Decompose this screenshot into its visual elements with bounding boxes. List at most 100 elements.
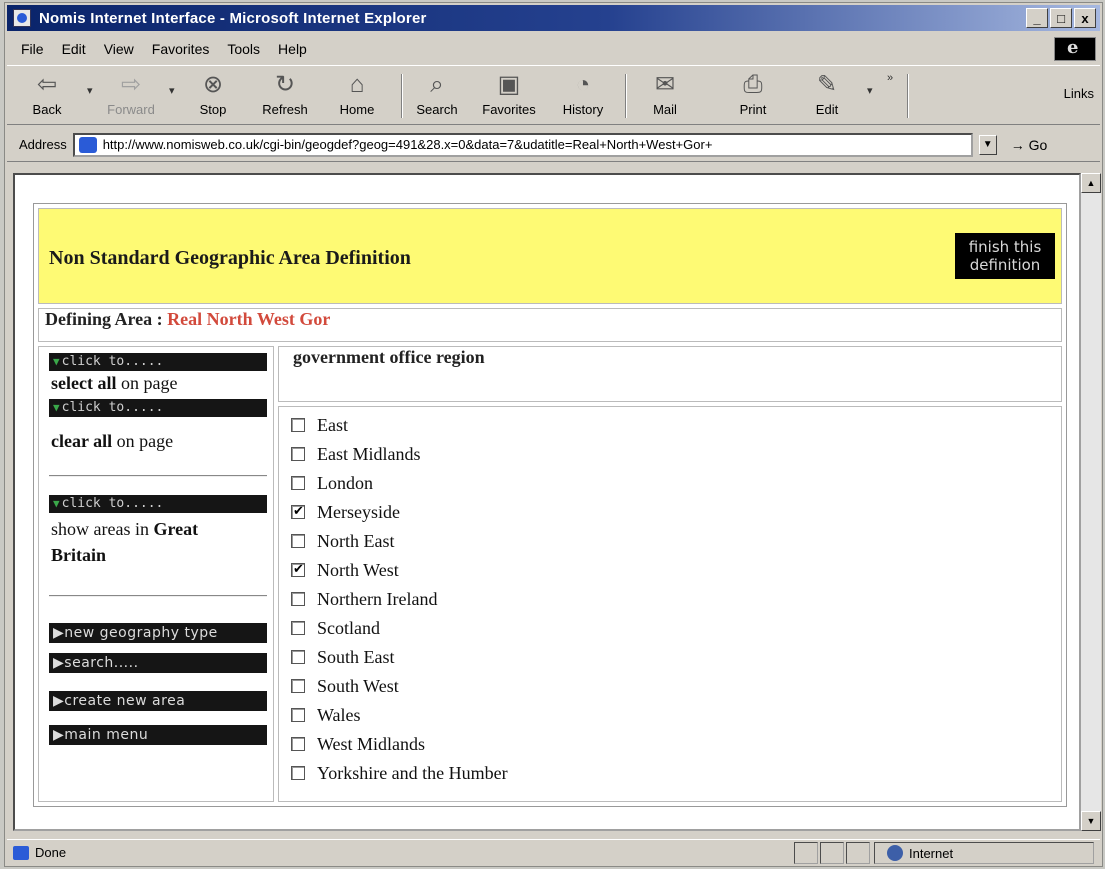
toolbar-overflow-icon[interactable]: » <box>887 72 893 84</box>
menu-favorites[interactable]: Favorites <box>152 41 210 57</box>
region-row[interactable]: South West <box>291 672 399 700</box>
region-checkbox[interactable] <box>291 447 305 461</box>
scroll-up-icon[interactable]: ▲ <box>1081 173 1101 193</box>
region-row[interactable]: Merseyside <box>291 498 400 526</box>
show-areas-bold-1: Great <box>153 519 199 539</box>
main-menu-button[interactable]: ▶main menu <box>49 725 267 745</box>
forward-dropdown-icon[interactable]: ▾ <box>169 84 175 97</box>
links-button[interactable]: Links <box>1064 86 1094 101</box>
region-row[interactable]: Yorkshire and the Humber <box>291 759 508 787</box>
status-panel <box>846 842 870 864</box>
back-label: Back <box>32 102 62 117</box>
region-row[interactable]: East Midlands <box>291 440 421 468</box>
create-new-area-button[interactable]: ▶create new area <box>49 691 267 711</box>
region-row[interactable]: West Midlands <box>291 730 425 758</box>
search-link-button[interactable]: ▶search..... <box>49 653 267 673</box>
region-row[interactable]: East <box>291 411 348 439</box>
down-arrow-icon: ▼ <box>53 355 60 368</box>
region-row[interactable]: London <box>291 469 373 497</box>
internet-globe-icon <box>887 845 903 861</box>
region-checkbox[interactable] <box>291 561 305 577</box>
menu-edit[interactable]: Edit <box>62 41 86 57</box>
scroll-down-icon[interactable]: ▼ <box>1081 811 1101 831</box>
status-panel <box>820 842 844 864</box>
page-frame: Non Standard Geographic Area Definition … <box>33 203 1067 807</box>
region-checkbox[interactable] <box>291 534 305 548</box>
address-input[interactable]: http://www.nomisweb.co.uk/cgi-bin/geogde… <box>72 132 973 157</box>
click-to-label: click to..... <box>61 400 164 415</box>
new-geography-label: new geography type <box>64 625 218 641</box>
region-label: London <box>317 472 373 493</box>
menu-view[interactable]: View <box>104 41 134 57</box>
finish-definition-button[interactable]: finish this definition <box>955 233 1055 279</box>
history-button[interactable]: ◔ History <box>553 70 613 117</box>
home-button[interactable]: ⌂ Home <box>327 70 387 117</box>
vertical-scrollbar[interactable]: ▲ ▼ <box>1081 173 1101 831</box>
right-arrow-icon: ▶ <box>53 625 65 641</box>
forward-button[interactable]: ⇨ Forward <box>101 70 161 117</box>
show-areas-text-2: Britain <box>51 545 106 566</box>
close-button[interactable]: x <box>1074 8 1096 28</box>
region-checkbox[interactable] <box>291 592 305 606</box>
region-row[interactable]: Scotland <box>291 614 380 642</box>
clear-all-click-button[interactable]: ▼ click to..... <box>49 399 267 417</box>
region-row[interactable]: Wales <box>291 701 361 729</box>
mail-button[interactable]: ✉ Mail <box>635 70 695 117</box>
region-label: South East <box>317 646 395 667</box>
region-checkbox[interactable] <box>291 503 305 519</box>
mail-icon: ✉ <box>654 71 676 98</box>
edit-label: Edit <box>815 102 839 117</box>
select-all-click-button[interactable]: ▼ click to..... <box>49 353 267 371</box>
region-checkbox[interactable] <box>291 418 305 432</box>
address-dropdown-icon[interactable]: ▼ <box>978 134 997 155</box>
ie-throbber-icon <box>1054 37 1096 61</box>
region-row[interactable]: South East <box>291 643 395 671</box>
status-panel <box>794 842 818 864</box>
region-checkbox[interactable] <box>291 766 305 780</box>
region-checkbox[interactable] <box>291 679 305 693</box>
region-checkbox[interactable] <box>291 708 305 722</box>
region-checkbox[interactable] <box>291 476 305 490</box>
stop-button[interactable]: ⊗ Stop <box>183 70 243 117</box>
edit-button[interactable]: ✎ Edit <box>797 70 857 117</box>
region-label: Scotland <box>317 617 380 638</box>
show-areas-click-button[interactable]: ▼ click to..... <box>49 495 267 513</box>
menu-tools[interactable]: Tools <box>227 41 260 57</box>
region-checkbox[interactable] <box>291 650 305 664</box>
region-label: Merseyside <box>317 501 400 522</box>
go-button[interactable]: → Go <box>1011 137 1048 153</box>
region-label: South West <box>317 675 399 696</box>
back-dropdown-icon[interactable]: ▾ <box>87 84 93 97</box>
toolbar-separator <box>401 74 403 118</box>
toolbar-separator <box>907 74 909 118</box>
menu-file[interactable]: File <box>21 41 44 57</box>
column-header: government office region <box>278 346 1062 402</box>
menu-help[interactable]: Help <box>278 41 307 57</box>
region-label: North East <box>317 530 395 551</box>
status-bar: Done Internet <box>7 839 1100 865</box>
search-button[interactable]: ⌕ Search <box>407 70 467 117</box>
edit-dropdown-icon[interactable]: ▾ <box>867 84 873 97</box>
new-geography-type-button[interactable]: ▶new geography type <box>49 623 267 643</box>
favorites-button[interactable]: ▣ Favorites <box>479 70 539 117</box>
minimize-button[interactable]: _ <box>1026 8 1048 28</box>
maximize-button[interactable]: □ <box>1050 8 1072 28</box>
toolbar-separator <box>625 74 627 118</box>
show-areas-bold-2: Britain <box>51 545 107 565</box>
region-checkbox[interactable] <box>291 621 305 635</box>
region-label: East Midlands <box>317 443 421 464</box>
history-icon: ◔ <box>575 71 591 98</box>
print-button[interactable]: ⎙ Print <box>723 70 783 117</box>
title-bar: Nomis Internet Interface - Microsoft Int… <box>7 5 1100 31</box>
region-row[interactable]: North East <box>291 527 394 555</box>
region-row[interactable]: Northern Ireland <box>291 585 437 613</box>
home-icon: ⌂ <box>349 71 365 98</box>
region-row[interactable]: North West <box>291 556 399 584</box>
back-button[interactable]: ⇦ Back <box>17 70 77 117</box>
finish-label-line2: definition <box>969 256 1041 274</box>
region-checkbox[interactable] <box>291 737 305 751</box>
refresh-button[interactable]: ↻ Refresh <box>255 70 315 117</box>
region-label: Northern Ireland <box>317 588 438 609</box>
finish-label-line1: finish this <box>968 238 1042 256</box>
ie-page-icon <box>13 9 31 27</box>
